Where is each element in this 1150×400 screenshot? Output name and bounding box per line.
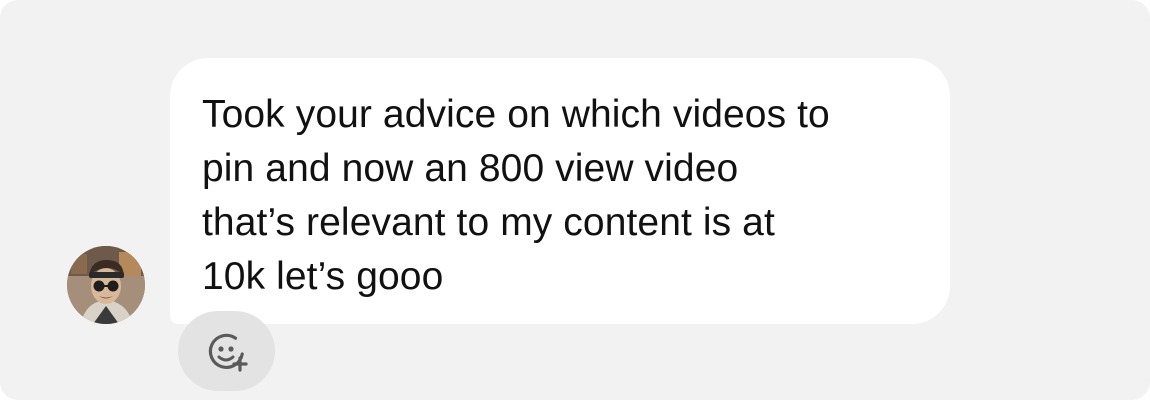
profile-photo-icon	[67, 246, 145, 324]
chat-screen: Took your advice on which videos to pin …	[0, 0, 1150, 400]
add-reaction-button[interactable]	[178, 311, 275, 391]
message-text: Took your advice on which videos to pin …	[202, 93, 830, 298]
add-reaction-icon	[208, 333, 248, 372]
sender-avatar[interactable]	[67, 246, 145, 324]
message-bubble[interactable]: Took your advice on which videos to pin …	[170, 58, 950, 324]
